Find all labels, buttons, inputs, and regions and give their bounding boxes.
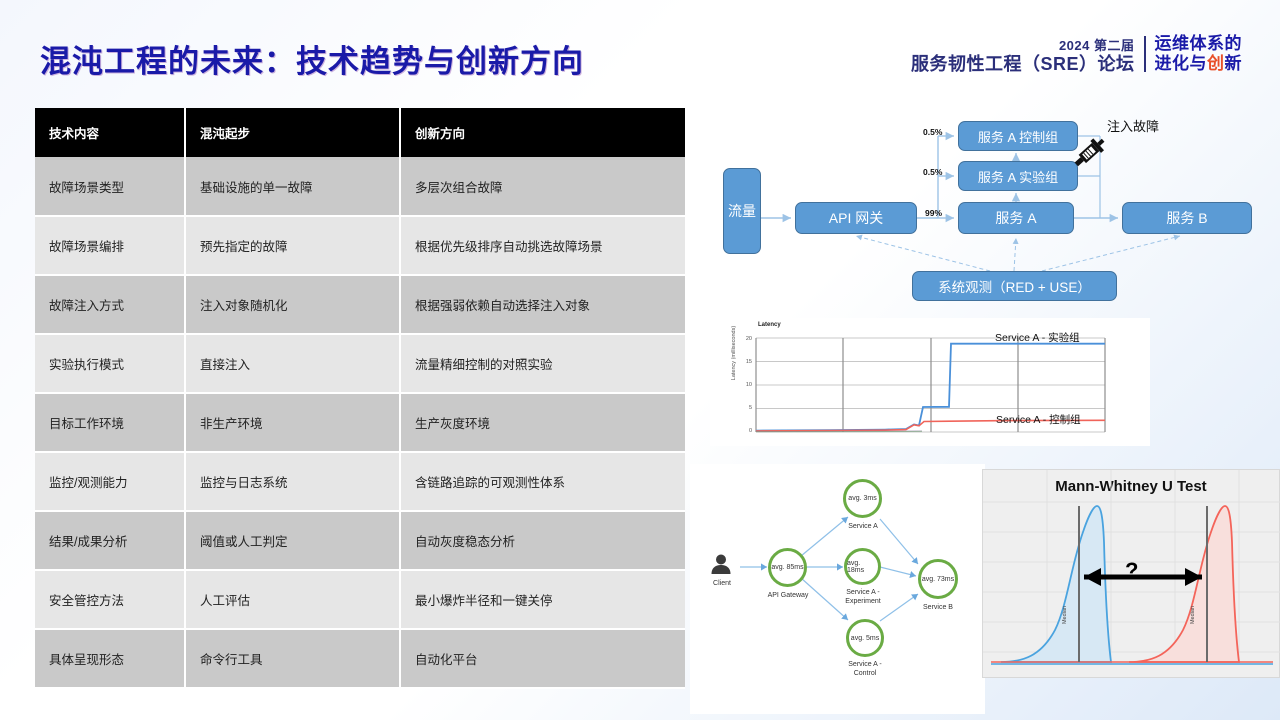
table-row: 实验执行模式 直接注入 流量精细控制的对照实验 [35,334,685,394]
table-row: 结果/成果分析 阈值或人工判定 自动灰度稳态分析 [35,511,685,571]
table-cell: 实验执行模式 [35,334,186,394]
traffic-split-service-a-label: 99% [925,208,943,218]
median-label-b: Median [1190,605,1197,625]
table-cell: 自动化平台 [400,629,685,689]
slogan-part-a: 进化与 [1154,54,1207,74]
logo-divider [1143,36,1146,72]
arch-node-service-a-control[interactable]: 服务 A 控制组 [958,121,1078,151]
service-map-node-label-client: Client [713,580,731,587]
latency-chart: Latency Latency (milliseconds) 20 15 10 … [710,318,1150,446]
client-user-icon [711,554,731,574]
inject-fault-annotation: 注入故障 [1107,119,1160,134]
table-row: 故障注入方式 注入对象随机化 根据强弱依赖自动选择注入对象 [35,275,685,335]
table-header-cell: 技术内容 [35,108,186,157]
table-cell: 流量精细控制的对照实验 [400,334,685,394]
service-map-node-label-service-a: Service A [848,523,878,530]
forum-logo-slogan-line1: 运维体系的 [1154,34,1242,53]
slogan-accent-char: 创 [1207,54,1225,74]
table-cell: 监控/观测能力 [35,452,186,512]
median-label-a: Median [1062,605,1069,625]
arch-node-service-a-experiment[interactable]: 服务 A 实验组 [958,161,1078,191]
service-map-diagram: Client avg. 85ms API Gateway avg. 3ms Se… [690,464,985,714]
table-cell: 直接注入 [185,334,401,394]
service-map-node-service-a-control[interactable]: avg. 5ms [846,619,884,657]
right-visual-panel: 流量 API 网关 服务 A 控制组 服务 A 实验组 服务 A 服务 B 系统… [690,96,1280,720]
mann-whitney-distribution-b [1128,505,1241,663]
forum-logo-slogan: 运维体系的 进化与创新 [1155,34,1243,75]
mann-whitney-question-annotation: ? [1125,558,1139,583]
service-map-node-api-gateway[interactable]: avg. 85ms [768,548,807,587]
forum-logo-slogan-line2: 进化与创新 [1155,54,1243,74]
arch-node-api-gateway[interactable]: API 网关 [795,202,917,234]
forum-logo-line2: 服务韧性工程（SRE）论坛 [910,54,1135,75]
table-cell: 根据强弱依赖自动选择注入对象 [400,275,685,335]
table-cell: 安全管控方法 [35,570,186,630]
table-cell: 自动灰度稳态分析 [400,511,685,571]
service-map-node-service-a-experiment[interactable]: avg. 18ms [844,548,881,585]
syringe-icon [1074,138,1105,167]
mann-whitney-chart: Mann-Whitney U Test Median Median ? [982,469,1280,678]
table-row: 监控/观测能力 监控与日志系统 含链路追踪的可观测性体系 [35,452,685,512]
table-cell: 非生产环境 [185,393,401,453]
forum-logo-text: 2024 第二届 服务韧性工程（SRE）论坛 [910,38,1135,75]
table-cell: 阈值或人工判定 [185,511,401,571]
table-row: 故障场景类型 基础设施的单一故障 多层次组合故障 [35,157,685,217]
latency-legend-control: Service A - 控制组 [996,414,1081,426]
traffic-split-experiment-label: 0.5% [923,167,943,177]
table-cell: 目标工作环境 [35,393,186,453]
forum-logo: 2024 第二届 服务韧性工程（SRE）论坛 运维体系的 进化与创新 [911,34,1242,75]
table-cell: 生产灰度环境 [400,393,685,453]
service-map-node-label-service-b: Service B [923,604,953,611]
table-row: 具体呈现形态 命令行工具 自动化平台 [35,629,685,689]
arch-node-traffic[interactable]: 流量 [723,168,761,254]
table-header-cell: 创新方向 [400,108,685,157]
arch-node-service-b[interactable]: 服务 B [1122,202,1252,234]
arch-node-observability[interactable]: 系统观测（RED + USE） [912,271,1117,301]
arch-node-service-a[interactable]: 服务 A [958,202,1074,234]
table-header-cell: 混沌起步 [185,108,401,157]
table-cell: 具体呈现形态 [35,629,186,689]
service-map-node-label-service-a-experiment: Service A - Experiment [845,589,881,605]
service-map-node-service-a[interactable]: avg. 3ms [843,479,882,518]
table-cell: 故障注入方式 [35,275,186,335]
page-title: 混沌工程的未来：技术趋势与创新方向 [40,44,584,79]
table-cell: 人工评估 [185,570,401,630]
comparison-table: 技术内容 混沌起步 创新方向 故障场景类型 基础设施的单一故障 多层次组合故障 故障… [35,108,685,689]
table-cell: 监控与日志系统 [185,452,401,512]
forum-logo-line1: 2024 第二届 [1058,38,1135,54]
table-row: 目标工作环境 非生产环境 生产灰度环境 [35,393,685,453]
service-map-node-service-b[interactable]: avg. 73ms [918,559,958,599]
slogan-part-b: 新 [1224,54,1242,74]
table-cell: 多层次组合故障 [400,157,685,217]
table-header-row: 技术内容 混沌起步 创新方向 [35,108,685,157]
table-row: 故障场景编排 预先指定的故障 根据优先级排序自动挑选故障场景 [35,216,685,276]
table-cell: 注入对象随机化 [185,275,401,335]
table-cell: 故障场景类型 [35,157,186,217]
latency-legend-experiment: Service A - 实验组 [995,332,1080,344]
table-cell: 命令行工具 [185,629,401,689]
table-cell: 结果/成果分析 [35,511,186,571]
traffic-split-control-label: 0.5% [923,127,943,137]
latency-plot-area [755,337,1106,433]
mann-whitney-distribution-a [1000,505,1113,663]
table-cell: 预先指定的故障 [185,216,401,276]
slide-header: 混沌工程的未来：技术趋势与创新方向 2024 第二届 服务韧性工程（SRE）论坛… [0,0,1280,96]
table-cell: 最小爆炸半径和一键关停 [400,570,685,630]
architecture-diagram: 流量 API 网关 服务 A 控制组 服务 A 实验组 服务 A 服务 B 系统… [690,96,1280,316]
service-map-node-label-service-a-control: Service A - Control [848,661,882,677]
table-cell: 根据优先级排序自动挑选故障场景 [400,216,685,276]
table-cell: 含链路追踪的可观测性体系 [400,452,685,512]
service-map-node-label-api-gateway: API Gateway [767,592,809,599]
table-row: 安全管控方法 人工评估 最小爆炸半径和一键关停 [35,570,685,630]
table-cell: 基础设施的单一故障 [185,157,401,217]
table-cell: 故障场景编排 [35,216,186,276]
